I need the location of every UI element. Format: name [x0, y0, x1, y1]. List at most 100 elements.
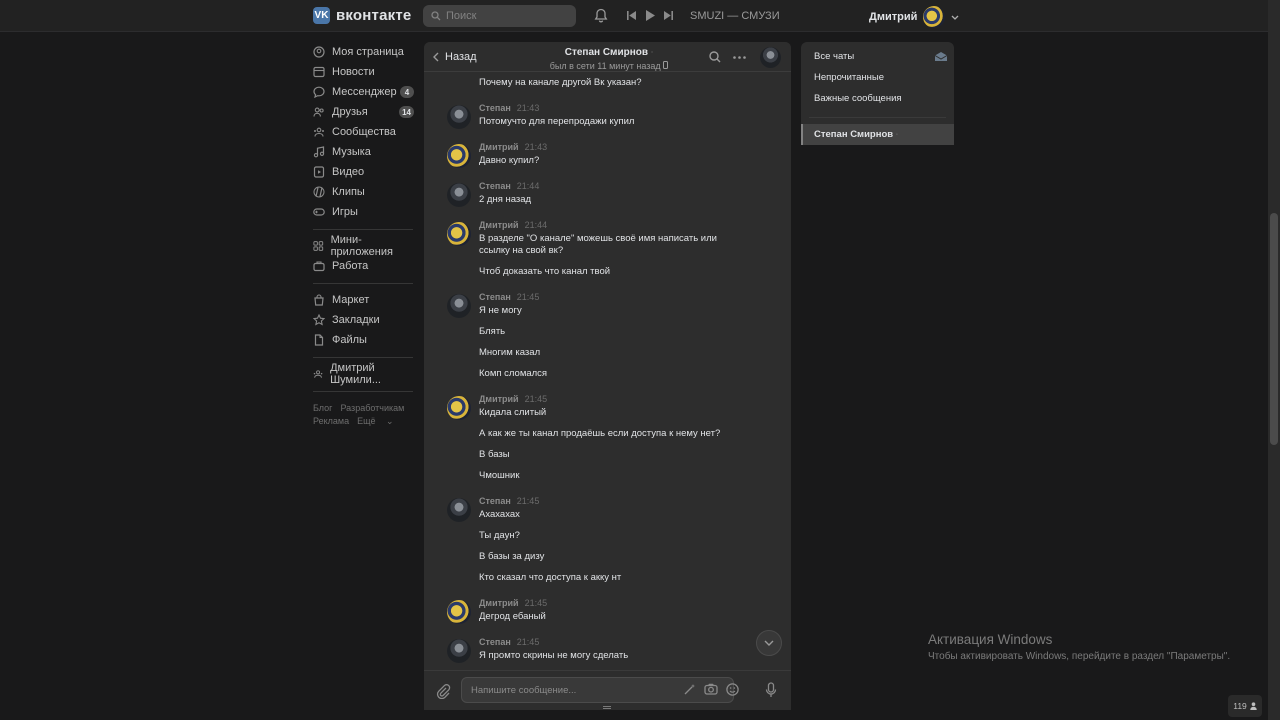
message-author-avatar[interactable] [447, 498, 471, 522]
nav-item[interactable]: Новости [313, 62, 413, 82]
message-author-avatar[interactable] [447, 396, 471, 420]
message-author-avatar[interactable] [447, 183, 471, 207]
peer-status: был в сети 11 минут назад [534, 61, 684, 71]
emoji-smile-icon[interactable] [726, 683, 739, 696]
nav-item[interactable]: Видео [313, 162, 413, 182]
camera-icon[interactable] [704, 683, 718, 695]
message-text: Комп сломался [479, 368, 548, 379]
microphone-icon[interactable] [765, 682, 777, 698]
message-author-avatar[interactable] [447, 105, 471, 129]
message-author[interactable]: Степан [479, 637, 511, 647]
nav-item[interactable]: Сообщества [313, 122, 413, 142]
message-group[interactable]: Дмитрий 21:44 В разделе "О канале" можешь … [424, 220, 791, 278]
nav-item[interactable]: Игры [313, 202, 413, 222]
nav-item[interactable]: Моя страница [313, 42, 413, 62]
nav-item[interactable]: Закладки [313, 310, 413, 330]
nav-item[interactable]: Друзья 14 [313, 102, 414, 122]
communities-icon [314, 127, 324, 137]
search-box[interactable] [423, 5, 576, 27]
online-counter-badge[interactable]: 119 [1228, 695, 1262, 717]
apps-grid-icon [313, 241, 324, 251]
peer-avatar[interactable] [760, 47, 781, 68]
footer-link-developers[interactable]: Разработчикам [340, 403, 404, 413]
nav-item-label: Закладки [332, 314, 380, 326]
message-author-avatar[interactable] [447, 600, 471, 624]
nav-item[interactable]: Дмитрий Шумили... [313, 362, 413, 386]
friends-icon [313, 107, 324, 117]
back-button[interactable]: Назад [433, 51, 477, 63]
more-options-icon[interactable] [733, 55, 746, 59]
message-group[interactable]: Дмитрий 21:45 Дегрод ебаный [424, 598, 791, 624]
message-group[interactable]: Степан 21:45 Ахахахах Ты даун? В базы за диз… [424, 496, 791, 584]
profile-menu[interactable]: Дмитрий [869, 6, 959, 28]
message-author[interactable]: Степан [479, 496, 511, 506]
message-author[interactable]: Дмитрий [479, 394, 519, 404]
nav-item[interactable]: Мессенджер 4 [313, 82, 414, 102]
nav-divider [313, 283, 413, 284]
search-icon[interactable] [709, 51, 721, 63]
play-icon[interactable] [645, 10, 655, 21]
active-chat-tab[interactable]: Степан Смирнов ᐧ [801, 124, 954, 145]
footer-link-blog[interactable]: Блог [313, 403, 332, 413]
briefcase-icon [313, 261, 325, 272]
message-author-avatar[interactable] [447, 222, 471, 246]
message-group[interactable]: Дмитрий 21:43 Давно купил? [424, 142, 791, 168]
nav-item-label: Музыка [332, 146, 371, 158]
search-input[interactable] [446, 10, 566, 22]
footer-link-more[interactable]: Ещё ⌄ [357, 416, 393, 426]
nav-item-label: Новости [332, 66, 375, 78]
chat-peer-info[interactable]: Степан Смирнов ᐧ был в сети 11 минут наз… [534, 47, 684, 71]
nav-item[interactable]: Музыка [313, 142, 413, 162]
filter-all-chats[interactable]: Все чаты [801, 46, 954, 67]
audio-player-controls [627, 10, 673, 21]
chat-filters-panel: Все чаты Непрочитанные Важные сообщения … [801, 42, 954, 145]
star-icon [313, 314, 325, 326]
message-author-avatar[interactable] [447, 639, 471, 663]
message-group[interactable]: Степан 21:45 Я промто скрины не могу сдела… [424, 637, 791, 670]
message-author[interactable]: Степан [479, 103, 511, 113]
message-author[interactable]: Степан [479, 181, 511, 191]
footer-link-ads[interactable]: Реклама [313, 416, 349, 426]
message-group[interactable]: Степан 21:43 Потомучто для перепродажи куп… [424, 103, 791, 129]
next-track-icon[interactable] [663, 11, 673, 20]
page-scrollbar-thumb[interactable] [1270, 213, 1278, 445]
mark-all-read-envelope-icon[interactable] [934, 51, 948, 62]
message-group[interactable]: Дмитрий 21:45 Кидала слитый А как же ты кан… [424, 394, 791, 482]
gamepad-icon [313, 208, 325, 216]
resize-handle[interactable] [603, 706, 611, 709]
nav-item[interactable]: Клипы [313, 182, 413, 202]
filter-important[interactable]: Важные сообщения [801, 88, 954, 109]
nav-item[interactable]: Маркет [313, 290, 413, 310]
message-text: Я промто скрины не могу сделать [479, 650, 629, 661]
message-author[interactable]: Степан [479, 292, 511, 302]
message-group[interactable]: Степан 21:44 2 дня назад [424, 181, 791, 207]
chevron-down-icon [764, 640, 774, 646]
message-meta: Дмитрий 21:45 [479, 598, 791, 611]
message-author-avatar[interactable] [447, 144, 471, 168]
message-meta: Дмитрий 21:44 [479, 220, 791, 233]
notifications-bell-icon[interactable] [594, 8, 608, 26]
magic-wand-icon[interactable] [684, 683, 696, 695]
message-author-avatar[interactable] [447, 294, 471, 318]
watermark-title: Активация Windows [928, 632, 1053, 647]
message-text: Потомучто для перепродажи купил [479, 116, 635, 127]
scroll-to-bottom-button[interactable] [756, 630, 782, 656]
clips-icon [313, 186, 325, 198]
previous-track-icon[interactable] [627, 11, 637, 20]
nav-item[interactable]: Файлы [313, 330, 413, 350]
message-meta: Степан 21:44 [479, 181, 791, 194]
current-track-title[interactable]: SMUZI — СМУЗИ [690, 10, 780, 22]
message-text: 2 дня назад [479, 194, 532, 205]
message-group[interactable]: Степан 21:45 Я не могу Блять Многим казал Ком… [424, 292, 791, 380]
message-time: 21:45 [524, 598, 548, 608]
message-author[interactable]: Дмитрий [479, 142, 519, 152]
filter-unread[interactable]: Непрочитанные [801, 67, 954, 88]
message-composer [424, 670, 791, 710]
message-history[interactable]: Почему на канале другой Вк указан? Степа… [424, 72, 791, 670]
paperclip-icon[interactable] [435, 683, 451, 699]
nav-item[interactable]: Работа [313, 256, 413, 276]
vk-logo[interactable]: VK вконтакте [313, 7, 411, 24]
nav-item[interactable]: Мини-приложения [313, 234, 413, 258]
message-author[interactable]: Дмитрий [479, 220, 519, 230]
message-author[interactable]: Дмитрий [479, 598, 519, 608]
